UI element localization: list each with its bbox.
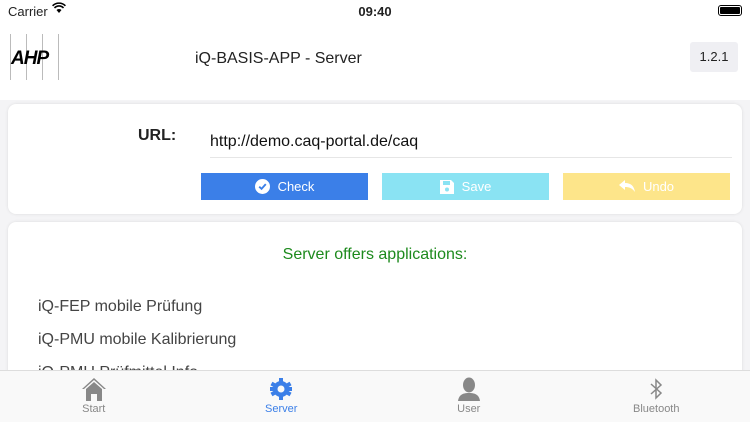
version-badge[interactable]: 1.2.1 [690,42,738,72]
list-item[interactable]: iQ-FEP mobile Prüfung [38,298,202,316]
ahp-logo: AHP [10,34,62,80]
status-bar: Carrier 09:40 [0,0,750,22]
gear-icon [270,378,293,400]
tab-label: Start [82,403,106,415]
tab-user[interactable]: User [375,371,563,422]
check-button[interactable]: Check [201,173,368,200]
bluetooth-icon [650,378,663,400]
list-item[interactable]: iQ-PMU mobile Kalibrierung [38,331,236,349]
check-circle-icon [254,179,270,194]
tab-start[interactable]: Start [0,371,188,422]
tab-label: Bluetooth [633,403,680,415]
clock: 09:40 [358,4,392,19]
page-title: iQ-BASIS-APP - Server [195,50,362,67]
save-button[interactable]: Save [382,173,549,200]
tab-label: User [457,403,481,415]
undo-label: Undo [642,179,675,194]
undo-arrow-icon [618,180,635,192]
undo-button[interactable]: Undo [563,173,730,200]
url-input[interactable] [210,126,732,158]
applications-heading: Server offers applications: [282,246,468,263]
tab-bluetooth[interactable]: Bluetooth [563,371,750,422]
floppy-icon [439,179,454,194]
app-header: AHP iQ-BASIS-APP - Server 1.2.1 [0,22,750,100]
tab-bar: Start Server User Bluetooth [0,370,750,422]
server-url-card: URL: Check Save Undo [8,104,742,214]
check-label: Check [277,179,315,194]
tab-server[interactable]: Server [188,371,376,422]
home-icon [81,378,106,401]
logo-text: AHP [11,48,49,69]
tab-label: Server [265,403,298,415]
save-label: Save [461,179,492,194]
url-label: URL: [138,127,177,144]
user-icon [457,377,480,401]
battery-icon [718,5,742,16]
